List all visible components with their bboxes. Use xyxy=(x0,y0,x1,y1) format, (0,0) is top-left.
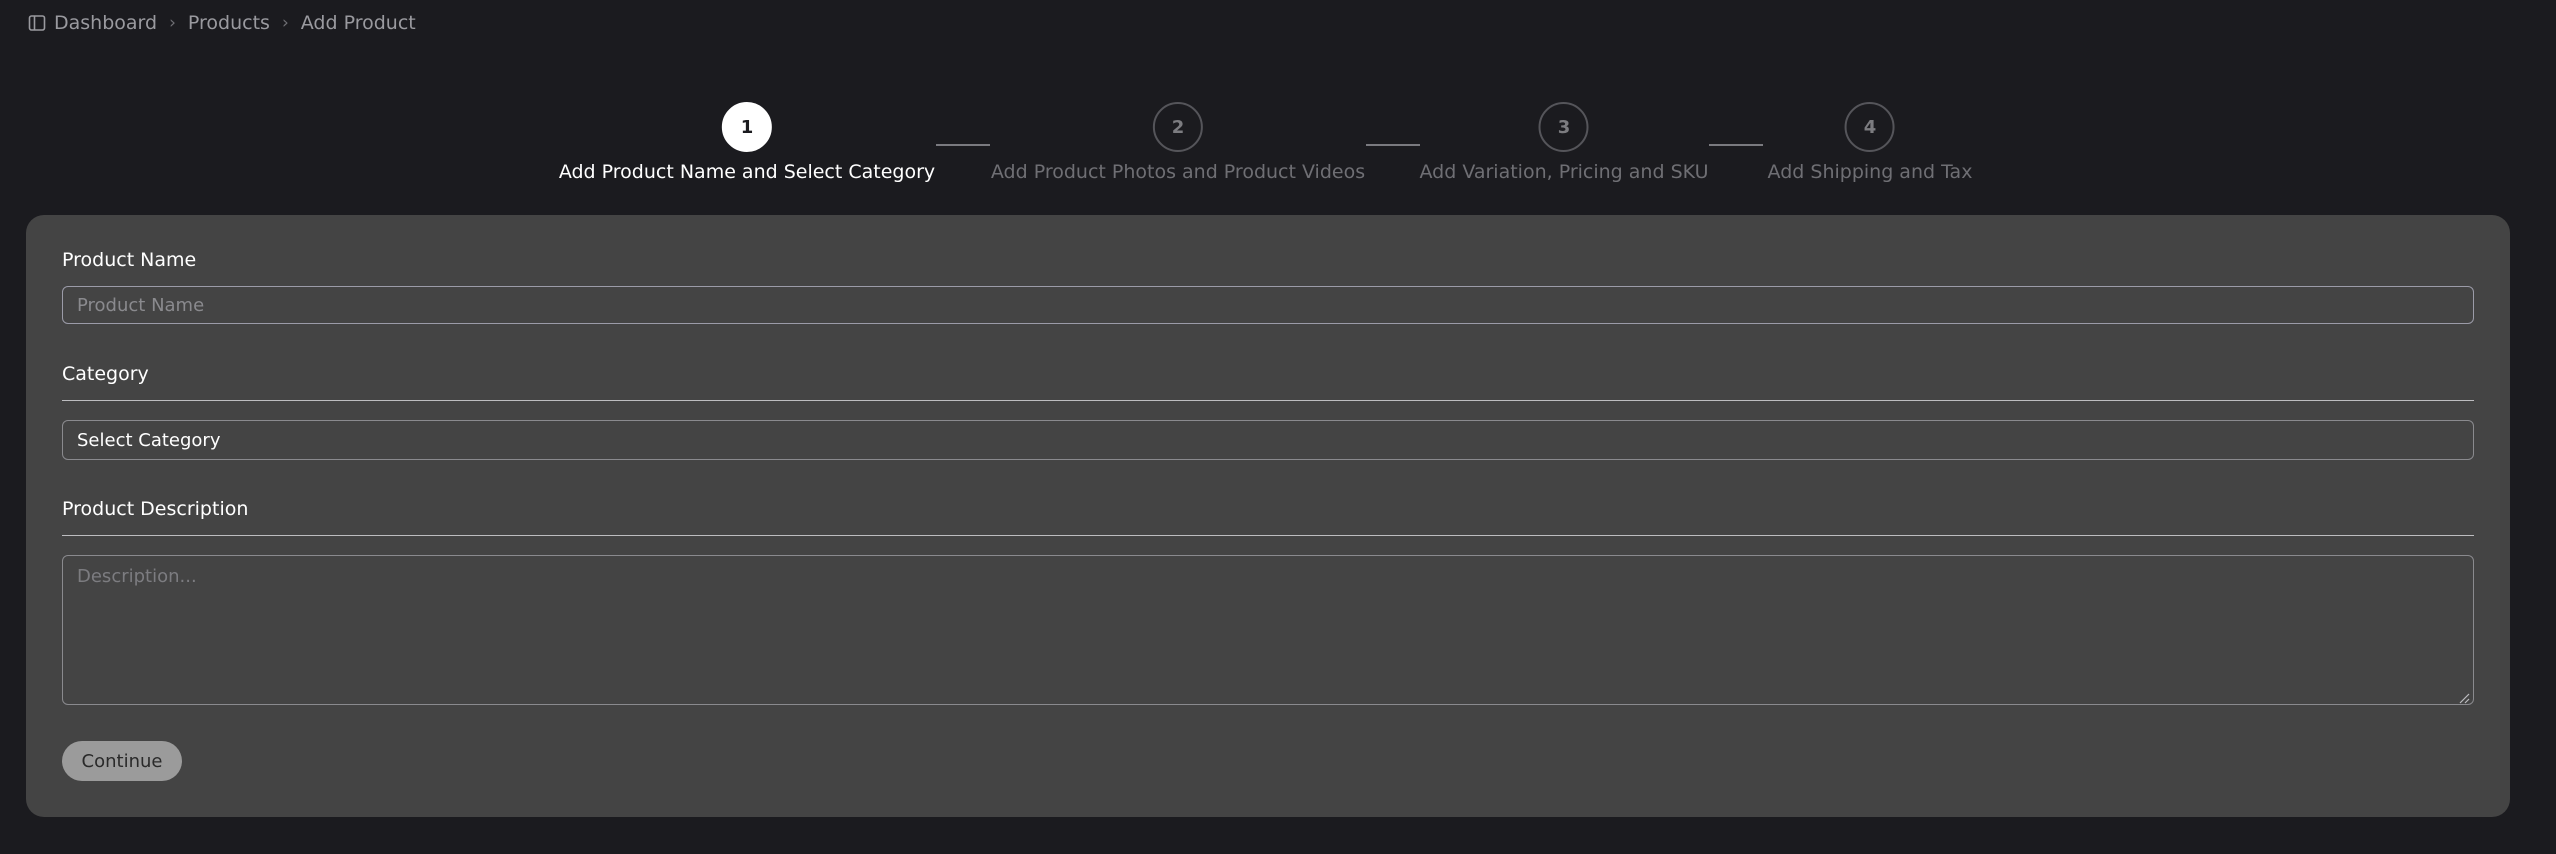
step-4[interactable]: 4 Add Shipping and Tax xyxy=(1767,102,1973,183)
category-label: Category xyxy=(62,363,149,385)
step-label: Add Variation, Pricing and SKU xyxy=(1419,161,1709,183)
step-number-badge: 1 xyxy=(721,102,772,152)
description-label: Product Description xyxy=(62,498,249,520)
resize-handle-icon[interactable] xyxy=(2458,689,2470,704)
step-connector xyxy=(1709,144,1763,146)
product-name-label: Product Name xyxy=(62,249,197,271)
step-3[interactable]: 3 Add Variation, Pricing and SKU xyxy=(1419,102,1709,183)
step-label: Add Product Photos and Product Videos xyxy=(990,161,1366,183)
description-textarea[interactable] xyxy=(62,555,2474,705)
description-divider xyxy=(62,535,2474,536)
product-name-input[interactable] xyxy=(62,286,2474,324)
step-number-badge: 3 xyxy=(1538,102,1589,152)
breadcrumb: Dashboard › Products › Add Product xyxy=(28,10,416,36)
sidebar-panel-icon[interactable] xyxy=(28,14,46,32)
breadcrumb-add-product: Add Product xyxy=(300,12,416,34)
product-form-panel: Product Name Category Select Category Pr… xyxy=(26,215,2510,817)
step-connector xyxy=(1366,144,1420,146)
step-number-badge: 4 xyxy=(1844,102,1895,152)
continue-button[interactable]: Continue xyxy=(62,741,182,781)
breadcrumb-products[interactable]: Products xyxy=(188,12,270,34)
step-label: Add Shipping and Tax xyxy=(1767,161,1973,183)
category-select[interactable]: Select Category xyxy=(62,420,2474,460)
step-connector xyxy=(936,144,990,146)
chevron-right-icon: › xyxy=(169,13,176,33)
step-1[interactable]: 1 Add Product Name and Select Category xyxy=(559,102,935,183)
progress-stepper: 1 Add Product Name and Select Category 2… xyxy=(0,102,2556,192)
category-selected-value: Select Category xyxy=(77,429,221,451)
chevron-right-icon: › xyxy=(281,13,289,33)
step-number-badge: 2 xyxy=(1153,102,1203,152)
breadcrumb-dashboard[interactable]: Dashboard xyxy=(54,12,157,34)
category-divider xyxy=(62,400,2474,401)
step-label: Add Product Name and Select Category xyxy=(558,161,936,183)
step-2[interactable]: 2 Add Product Photos and Product Videos xyxy=(991,102,1365,183)
